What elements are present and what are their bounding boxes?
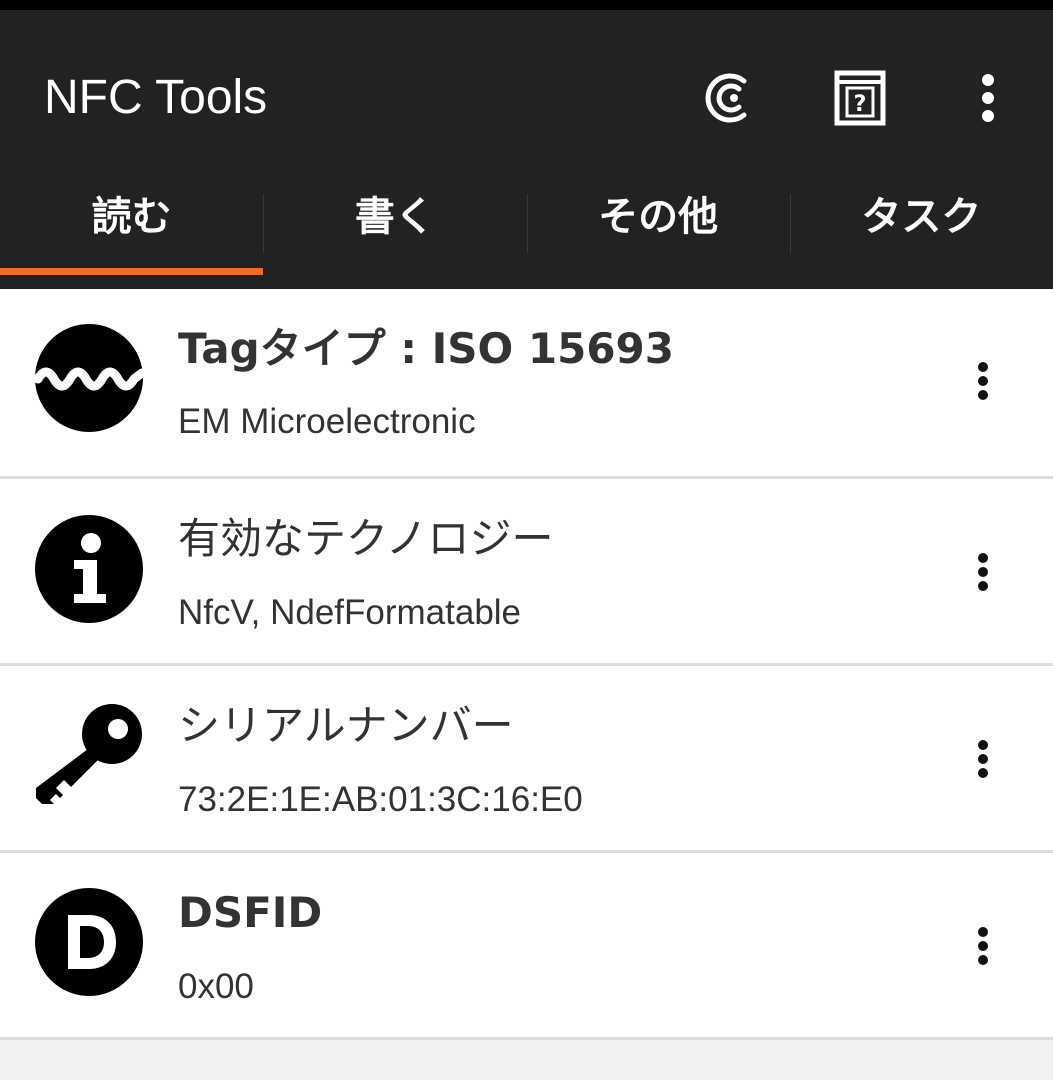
overflow-menu-button[interactable]: [953, 60, 1023, 136]
list-item-technologies[interactable]: 有効なテクノロジー NfcV, NdefFormatable: [0, 479, 1053, 666]
tab-bar: 読む 書く その他 タスク: [0, 158, 1053, 289]
info-icon: [35, 515, 143, 623]
d-letter-icon: [35, 888, 143, 996]
app-title: NFC Tools: [44, 71, 268, 124]
help-box-icon: ?: [834, 70, 886, 126]
key-icon: [36, 704, 142, 806]
list-bottom-area: [0, 1040, 1053, 1080]
row-value: NfcV, NdefFormatable: [178, 593, 522, 632]
list-item-serial-number[interactable]: シリアルナンバー 73:2E:1E:AB:01:3C:16:E0: [0, 666, 1053, 853]
more-vert-icon: [978, 553, 988, 591]
tag-info-list: Tagタイプ : ISO 15693 EM Microelectronic 有効…: [0, 289, 1053, 1040]
app-bar: NFC Tools ?: [0, 10, 1053, 158]
row-title: Tagタイプ : ISO 15693: [178, 324, 675, 373]
row-title: 有効なテクノロジー: [178, 514, 554, 563]
help-question-mark: ?: [854, 92, 867, 117]
row-title: DSFID: [178, 888, 323, 937]
row-title: シリアルナンバー: [178, 701, 514, 750]
more-vert-icon: [978, 362, 988, 400]
list-item-dsfid[interactable]: DSFID 0x00: [0, 853, 1053, 1040]
tab-write-label: 書く: [354, 193, 435, 240]
waveform-icon: [34, 324, 144, 432]
more-vert-icon: [978, 927, 988, 965]
row-value: 0x00: [178, 967, 254, 1006]
overflow-menu-icon: [982, 74, 994, 122]
row-menu-button[interactable]: [953, 906, 1013, 986]
tab-other[interactable]: その他: [526, 158, 790, 289]
row-menu-button[interactable]: [953, 532, 1013, 612]
row-menu-button[interactable]: [953, 341, 1013, 421]
row-value: 73:2E:1E:AB:01:3C:16:E0: [178, 780, 583, 819]
help-button[interactable]: ?: [825, 60, 895, 136]
row-value: EM Microelectronic: [178, 402, 476, 441]
tab-selected-indicator: [0, 268, 263, 275]
list-item-tag-type[interactable]: Tagタイプ : ISO 15693 EM Microelectronic: [0, 289, 1053, 479]
more-vert-icon: [978, 740, 988, 778]
tab-read-label: 読む: [91, 193, 172, 240]
status-bar: [0, 0, 1053, 10]
nfc-c-button[interactable]: [695, 60, 765, 136]
tab-tasks-label: タスク: [861, 193, 982, 240]
tab-other-label: その他: [598, 193, 719, 240]
tab-write[interactable]: 書く: [263, 158, 526, 289]
row-menu-button[interactable]: [953, 719, 1013, 799]
tab-tasks[interactable]: タスク: [789, 158, 1053, 289]
nfc-c-icon: [705, 73, 747, 123]
